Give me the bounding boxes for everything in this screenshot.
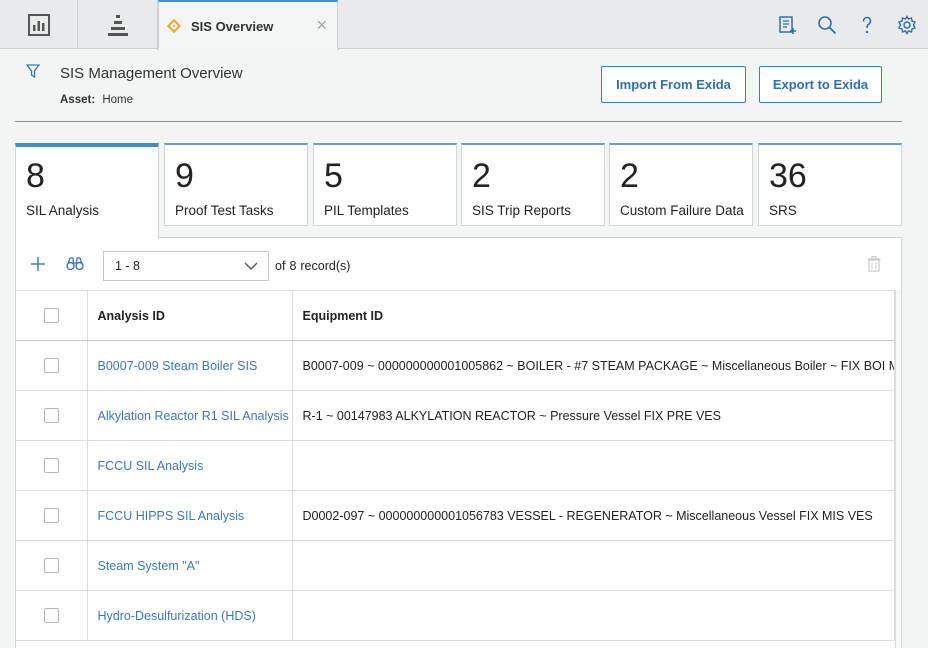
- row-checkbox[interactable]: [43, 458, 59, 474]
- equipment-id-cell: D0002-097 ~ 000000000001056783 VESSEL - …: [292, 490, 895, 541]
- analysis-id-cell: FCCU SIL Analysis: [87, 440, 293, 491]
- top-tab-bar: SIS Overview ×: [0, 0, 928, 50]
- chevron-down-icon: [244, 262, 258, 270]
- analysis-link[interactable]: Steam System "A": [98, 559, 200, 573]
- column-header-equipment-id[interactable]: Equipment ID: [292, 290, 895, 341]
- records-suffix: record(s): [300, 259, 351, 273]
- hierarchy-icon: [107, 14, 128, 36]
- analysis-link[interactable]: Alkylation Reactor R1 SIL Analysis: [98, 409, 289, 423]
- row-checkbox[interactable]: [43, 408, 59, 424]
- of-text: of: [275, 259, 286, 273]
- asset-label: Asset:: [60, 94, 96, 106]
- row-checkbox[interactable]: [43, 608, 59, 624]
- table-header-row: Analysis ID Equipment ID: [16, 290, 895, 341]
- table-row: FCCU HIPPS SIL Analysis D0002-097 ~ 0000…: [16, 490, 895, 541]
- row-select-cell: [16, 390, 88, 441]
- table-scroll-gutter[interactable]: [895, 290, 901, 648]
- analysis-id-cell: Hydro-Desulfurization (HDS): [87, 590, 293, 641]
- records-table: Analysis ID Equipment ID B0007-009 Steam…: [16, 290, 895, 641]
- row-checkbox[interactable]: [43, 358, 59, 374]
- card-count: 5: [324, 157, 343, 195]
- record-count-label: of 8 record(s): [275, 259, 354, 273]
- table-row: Hydro-Desulfurization (HDS): [16, 590, 895, 641]
- notes-icon: [779, 16, 796, 34]
- table-row: B0007-009 Steam Boiler SIS B0007-009 ~ 0…: [16, 340, 895, 391]
- notes-button[interactable]: [774, 12, 800, 38]
- asset-breadcrumb: Asset: Home: [60, 94, 133, 106]
- select-all-checkbox[interactable]: [43, 308, 59, 324]
- table-row: FCCU SIL Analysis: [16, 440, 895, 491]
- diamond-icon: [166, 18, 182, 34]
- range-value: 1 - 8: [115, 259, 141, 273]
- analysis-link[interactable]: Hydro-Desulfurization (HDS): [98, 609, 256, 623]
- tab-sis-overview[interactable]: SIS Overview ×: [158, 0, 338, 50]
- card-count: 9: [175, 157, 194, 195]
- select-all-cell: [16, 290, 88, 341]
- card-srs[interactable]: 36 SRS: [758, 143, 902, 226]
- records-panel: 1 - 8 of 8 record(s) Analysis ID Equipment…: [15, 237, 902, 648]
- card-label: SRS: [769, 203, 797, 218]
- search-button[interactable]: [814, 12, 840, 38]
- table-row: Steam System "A": [16, 540, 895, 591]
- row-checkbox[interactable]: [43, 508, 59, 524]
- equipment-id-cell: R-1 ~ 00147983 ALKYLATION REACTOR ~ Pres…: [292, 390, 895, 441]
- equipment-id-cell: [292, 590, 895, 641]
- row-select-cell: [16, 340, 88, 391]
- grid-toolbar: 1 - 8 of 8 record(s): [16, 238, 901, 290]
- column-header-analysis-id[interactable]: Analysis ID: [87, 290, 293, 341]
- row-checkbox[interactable]: [43, 558, 59, 574]
- card-sis-trip-reports[interactable]: 2 SIS Trip Reports: [461, 143, 605, 226]
- card-label: SIL Analysis: [26, 203, 100, 218]
- analysis-link[interactable]: B0007-009 Steam Boiler SIS: [98, 359, 258, 373]
- card-count: 2: [472, 157, 491, 195]
- card-label: Proof Test Tasks: [175, 203, 274, 218]
- card-custom-failure-data[interactable]: 2 Custom Failure Data: [609, 143, 753, 226]
- card-label: SIS Trip Reports: [472, 203, 572, 218]
- record-range-select[interactable]: 1 - 8: [103, 251, 269, 281]
- card-count: 2: [620, 157, 639, 195]
- analysis-link[interactable]: FCCU HIPPS SIL Analysis: [98, 509, 245, 523]
- dashboard-icon: [27, 13, 50, 36]
- hierarchy-tab[interactable]: [78, 0, 158, 49]
- card-count: 36: [769, 157, 807, 195]
- help-icon: [862, 16, 872, 34]
- add-icon[interactable]: [30, 256, 46, 272]
- row-select-cell: [16, 440, 88, 491]
- asset-value: Home: [102, 94, 134, 106]
- dashboard-tab[interactable]: [0, 0, 78, 49]
- row-select-cell: [16, 490, 88, 541]
- help-button[interactable]: [854, 12, 880, 38]
- search-icon: [818, 16, 837, 35]
- equipment-id-cell: B0007-009 ~ 000000000001005862 ~ BOILER …: [292, 340, 895, 391]
- card-label: Custom Failure Data: [620, 203, 744, 218]
- gear-icon: [898, 15, 916, 35]
- analysis-id-cell: FCCU HIPPS SIL Analysis: [87, 490, 293, 541]
- export-to-exida-button[interactable]: Export to Exida: [759, 66, 882, 103]
- card-proof-test-tasks[interactable]: 9 Proof Test Tasks: [164, 143, 308, 226]
- tab-label: SIS Overview: [191, 18, 274, 34]
- card-pil-templates[interactable]: 5 PIL Templates: [313, 143, 457, 226]
- card-sil-analysis[interactable]: 8 SIL Analysis: [15, 143, 159, 239]
- page-title: SIS Management Overview: [60, 65, 243, 82]
- filter-icon[interactable]: [26, 64, 40, 78]
- card-label: PIL Templates: [324, 203, 409, 218]
- analysis-link[interactable]: FCCU SIL Analysis: [98, 459, 204, 473]
- equipment-id-cell: [292, 540, 895, 591]
- header-divider: [15, 121, 902, 122]
- analysis-id-cell: Alkylation Reactor R1 SIL Analysis: [87, 390, 293, 441]
- trash-icon[interactable]: [867, 256, 881, 272]
- equipment-id-cell: [292, 440, 895, 491]
- table-row: Alkylation Reactor R1 SIL Analysis R-1 ~…: [16, 390, 895, 441]
- row-select-cell: [16, 540, 88, 591]
- analysis-id-cell: Steam System "A": [87, 540, 293, 591]
- total-records: 8: [289, 259, 297, 273]
- row-select-cell: [16, 590, 88, 641]
- card-count: 8: [26, 157, 45, 195]
- analysis-id-cell: B0007-009 Steam Boiler SIS: [87, 340, 293, 391]
- import-from-exida-button[interactable]: Import From Exida: [601, 66, 746, 103]
- settings-button[interactable]: [894, 12, 920, 38]
- page-header: SIS Management Overview Asset: Home Impo…: [0, 50, 928, 122]
- close-icon[interactable]: ×: [316, 16, 327, 34]
- binoculars-icon[interactable]: [66, 256, 84, 272]
